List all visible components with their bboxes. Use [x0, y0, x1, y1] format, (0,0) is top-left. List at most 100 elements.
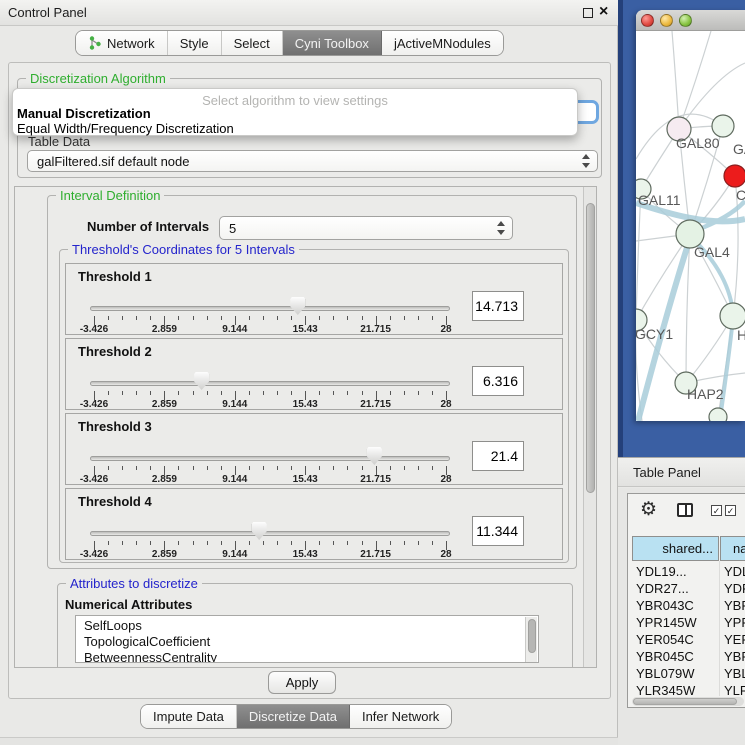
node-h[interactable]: [720, 303, 745, 329]
table-panel-area: ⚙ ✓ ✓ shared... na YDL19...YDL1 YDR27...…: [618, 488, 745, 745]
slider-tick-labels: -3.426 2.859 9.144 15.43 21.715 28: [94, 399, 446, 411]
node-label-gal4: GAL4: [694, 244, 730, 260]
slider-tick-labels: -3.426 2.859 9.144 15.43 21.715 28: [94, 474, 446, 486]
gear-icon[interactable]: ⚙: [640, 498, 657, 521]
table-row[interactable]: YBR045CYBR0: [632, 648, 745, 665]
table-horizontal-scrollbar[interactable]: [632, 697, 744, 706]
combo-stepper-icon: [497, 221, 505, 235]
attributes-group-label: Attributes to discretize: [66, 576, 202, 591]
table-data-value: galFiltered.sif default node: [37, 154, 189, 169]
tab-discretize-data[interactable]: Discretize Data: [237, 705, 350, 728]
option-manual-discretization[interactable]: Manual Discretization: [17, 106, 151, 121]
table-panel-title: Table Panel: [633, 465, 701, 480]
table-row[interactable]: YLR345WYLR3: [632, 682, 745, 696]
node-top-right[interactable]: [712, 115, 734, 137]
slider-track[interactable]: [90, 306, 450, 311]
table-data-label: Table Data: [28, 134, 90, 149]
slider-track[interactable]: [90, 531, 450, 536]
slider-tick-labels: -3.426 2.859 9.144 15.43 21.715 28: [94, 324, 446, 336]
threshold-4-value-field[interactable]: 11.344: [472, 516, 524, 546]
table-row[interactable]: YER054CYER0: [632, 631, 745, 648]
checkbox-checked-icon[interactable]: ✓: [711, 505, 722, 516]
settings-scrollbar[interactable]: [583, 187, 596, 667]
tab-cyni-toolbox[interactable]: Cyni Toolbox: [283, 31, 382, 55]
table-browser: ⚙ ✓ ✓ shared... na YDL19...YDL1 YDR27...…: [627, 493, 745, 708]
threshold-3-value-field[interactable]: 21.4: [472, 441, 524, 471]
threshold-2-value-field[interactable]: 6.316: [472, 366, 524, 396]
table-data-combobox[interactable]: galFiltered.sif default node: [27, 150, 598, 172]
close-icon[interactable]: ×: [599, 2, 608, 22]
table-row[interactable]: YBR043CYBR0: [632, 597, 745, 614]
top-tab-bar: Network Style Select Cyni Toolbox jActiv…: [75, 30, 504, 56]
node-red-selected[interactable]: [724, 165, 745, 187]
tab-select[interactable]: Select: [222, 31, 283, 55]
node-table: shared... na YDL19...YDL1 YDR27...YDR2 Y…: [632, 536, 745, 696]
threshold-2-row: Threshold 2 -3.426 2.859 9.144 15.43 21.…: [65, 338, 563, 410]
tab-infer-network[interactable]: Infer Network: [350, 705, 451, 728]
number-of-intervals-value: 5: [229, 221, 236, 236]
node-label-gal11: GAL11: [638, 192, 681, 208]
numerical-attributes-list: SelfLoops TopologicalCoefficient Between…: [75, 615, 539, 663]
control-panel: Control Panel × Network Style Select Cyn…: [0, 0, 618, 745]
table-row[interactable]: YDR27...YDR2: [632, 580, 745, 597]
table-row[interactable]: YBL079WYBL0: [632, 665, 745, 682]
node-label-c: C: [736, 187, 745, 203]
list-scrollbar[interactable]: [525, 617, 537, 663]
node-label-ga: GA: [733, 141, 745, 157]
network-canvas[interactable]: GAL80 GA GAL11 C GAL4 GCY1 H HAP2: [636, 31, 745, 421]
tab-impute-data[interactable]: Impute Data: [141, 705, 237, 728]
bottom-tab-bar: Impute Data Discretize Data Infer Networ…: [140, 704, 452, 729]
footer-strip: [0, 737, 618, 745]
slider-track[interactable]: [90, 381, 450, 386]
split-columns-icon[interactable]: [677, 503, 693, 517]
table-panel-titlebar: Table Panel: [618, 457, 745, 487]
scrollbar-thumb[interactable]: [586, 203, 595, 493]
threshold-1-row: Threshold 1 -3.426 2.859 9.144 15.43 21.…: [65, 263, 563, 335]
threshold-1-value-field[interactable]: 14.713: [472, 291, 524, 321]
node-label-hap2: HAP2: [687, 386, 724, 402]
settings-scroll-pane: Interval Definition Number of Intervals …: [14, 186, 597, 668]
list-item[interactable]: TopologicalCoefficient: [84, 634, 210, 649]
slider-thumb[interactable]: [194, 372, 209, 390]
tab-jactivemnodules[interactable]: jActiveMNodules: [382, 31, 503, 55]
node-label-gcy1: GCY1: [636, 326, 673, 342]
zoom-traffic-light[interactable]: [679, 14, 692, 27]
option-equal-width-frequency[interactable]: Equal Width/Frequency Discretization: [17, 121, 234, 136]
slider-thumb[interactable]: [290, 297, 305, 315]
thresholds-group-label: Threshold's Coordinates for 5 Intervals: [68, 242, 299, 257]
column-header-name[interactable]: na: [720, 536, 745, 561]
tab-network-label: Network: [107, 36, 155, 51]
tab-style[interactable]: Style: [168, 31, 222, 55]
threshold-3-row: Threshold 3 -3.426 2.859 9.144 15.43 21.…: [65, 413, 563, 485]
slider-thumb[interactable]: [252, 522, 267, 540]
node-bottom[interactable]: [709, 408, 727, 421]
network-icon: [88, 36, 102, 50]
table-row[interactable]: YDL19...YDL1: [632, 563, 745, 580]
checkbox-checked-icon[interactable]: ✓: [725, 505, 736, 516]
column-header-shared[interactable]: shared...: [632, 536, 719, 561]
control-panel-titlebar: Control Panel ×: [0, 0, 618, 26]
float-window-icon[interactable]: [583, 8, 593, 18]
table-row[interactable]: YPR145WYPR1: [632, 614, 745, 631]
tab-network[interactable]: Network: [76, 31, 168, 55]
close-traffic-light[interactable]: [641, 14, 654, 27]
numerical-attributes-label: Numerical Attributes: [65, 597, 192, 612]
number-of-intervals-label: Number of Intervals: [87, 219, 209, 234]
network-view-window: GAL80 GA GAL11 C GAL4 GCY1 H HAP2: [636, 10, 745, 421]
threshold-4-row: Threshold 4 -3.426 2.859 9.144 15.43 21.…: [65, 488, 563, 560]
apply-button[interactable]: Apply: [268, 671, 336, 694]
network-graph: [636, 31, 745, 421]
algorithm-dropdown-popup: Select algorithm to view settings Manual…: [12, 88, 578, 136]
interval-definition-label: Interval Definition: [56, 188, 164, 203]
slider-tick-labels: -3.426 2.859 9.144 15.43 21.715 28: [94, 549, 446, 561]
number-of-intervals-combobox[interactable]: 5: [219, 216, 513, 240]
node-label-h: H: [737, 327, 745, 343]
slider-thumb[interactable]: [367, 447, 382, 465]
network-window-titlebar[interactable]: [636, 10, 745, 31]
list-item[interactable]: SelfLoops: [84, 618, 142, 633]
discretization-algorithm-label: Discretization Algorithm: [26, 71, 170, 86]
minimize-traffic-light[interactable]: [660, 14, 673, 27]
scrollbar-thumb[interactable]: [633, 698, 737, 705]
slider-track[interactable]: [90, 456, 450, 461]
list-item[interactable]: BetweennessCentrality: [84, 650, 217, 663]
